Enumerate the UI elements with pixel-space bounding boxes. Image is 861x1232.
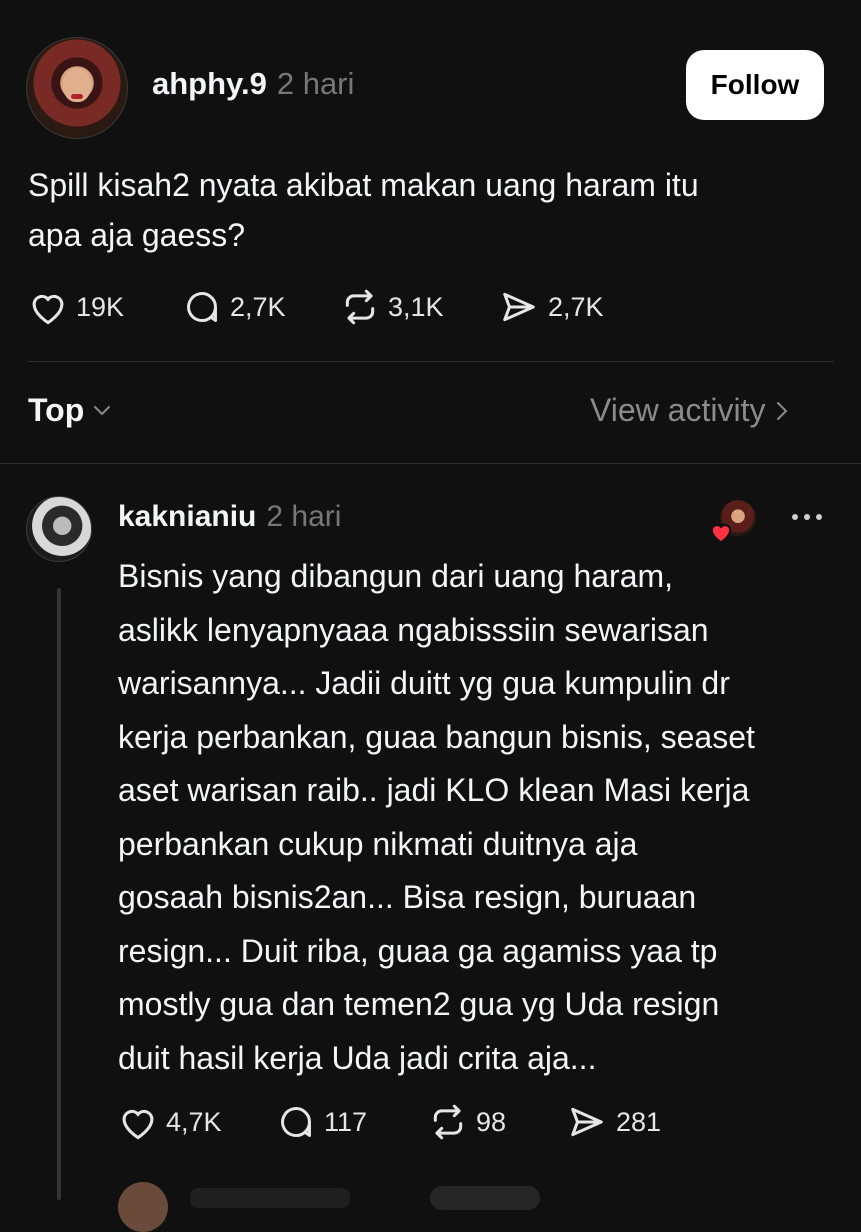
post-text: Spill kisah2 nyata akibat makan uang har…: [28, 160, 828, 260]
next-reply-header: [190, 1188, 350, 1208]
send-icon: [503, 292, 535, 322]
follow-button[interactable]: Follow: [686, 50, 824, 120]
view-activity-link[interactable]: View activity: [590, 392, 789, 429]
comment-icon: [187, 292, 217, 322]
reply-text-line: Bisnis yang dibangun dari uang haram,: [118, 558, 674, 594]
reply-text-line: resign... Duit riba, guaa ga agamiss yaa…: [118, 932, 718, 969]
chevron-right-icon: [777, 401, 788, 420]
next-reply-avatar[interactable]: [118, 1182, 168, 1232]
next-reply-badge: [430, 1186, 540, 1210]
divider: [28, 361, 834, 362]
view-activity-label: View activity: [590, 392, 766, 428]
heart-icon: [122, 1109, 154, 1140]
reply-text-line: aset warisan raib.. jadi KLO klean Masi …: [118, 772, 750, 808]
post-author-row: ahphy.9 2 hari: [152, 66, 354, 102]
post-text-line: Spill kisah2 nyata akibat makan uang har…: [28, 167, 699, 203]
send-icon: [571, 1107, 603, 1137]
avatar-lips: [71, 94, 83, 99]
repost-icon: [345, 289, 375, 325]
section-divider: [0, 463, 861, 464]
reply-text-line: gosaah bisnis2an... Bisa resign, buruaan: [118, 879, 697, 915]
reply-author-row: kaknianiu 2 hari: [118, 500, 341, 534]
reply-avatar[interactable]: [26, 496, 92, 562]
reply-comment-button[interactable]: 117: [276, 1100, 367, 1144]
post-text-line: apa aja gaess?: [28, 217, 246, 253]
reply-repost-count: 98: [476, 1106, 507, 1137]
sort-label: Top: [28, 392, 85, 428]
more-options-icon[interactable]: [790, 505, 824, 529]
heart-icon: [710, 524, 732, 544]
chevron-down-icon: [94, 405, 111, 415]
reply-like-count: 4,7K: [166, 1106, 222, 1137]
reply-repost-button[interactable]: 98: [428, 1100, 506, 1144]
thread-line: [57, 588, 61, 1200]
post-share-count: 2,7K: [548, 291, 604, 322]
reply-comment-count: 117: [324, 1106, 368, 1137]
post-like-button[interactable]: 19K: [28, 285, 124, 329]
reply-time: 2 hari: [266, 500, 342, 533]
post-repost-count: 3,1K: [388, 291, 444, 322]
reply-text-line: duit hasil kerja Uda jadi crita aja...: [118, 1039, 597, 1076]
reply-text-line: kerja perbankan, guaa bangun bisnis, sea…: [118, 718, 755, 755]
heart-icon: [32, 294, 64, 325]
post-username[interactable]: ahphy.9: [152, 66, 267, 102]
reply-text-line: perbankan cukup nikmati duitnya aja: [118, 825, 638, 862]
comment-icon: [281, 1107, 311, 1137]
post-repost-button[interactable]: 3,1K: [340, 285, 444, 329]
sort-dropdown[interactable]: Top: [28, 392, 112, 429]
reply-text-line: aslikk lenyapnyaaa ngabisssiin sewarisan: [118, 611, 709, 648]
post-time: 2 hari: [276, 66, 355, 101]
author-avatar[interactable]: [26, 37, 128, 139]
reply-share-button[interactable]: 281: [566, 1100, 661, 1144]
post-comment-button[interactable]: 2,7K: [182, 285, 286, 329]
repost-icon: [433, 1104, 463, 1140]
post-share-button[interactable]: 2,7K: [498, 285, 604, 329]
post-like-count: 19K: [76, 291, 125, 322]
reply-text: Bisnis yang dibangun dari uang haram, as…: [118, 550, 848, 1085]
post-comment-count: 2,7K: [230, 291, 286, 322]
reply-like-button[interactable]: 4,7K: [118, 1100, 222, 1144]
reply-username[interactable]: kaknianiu: [118, 500, 256, 534]
reply-text-line: mostly gua dan temen2 gua yg Uda resign: [118, 986, 720, 1022]
reply-text-line: warisannya... Jadii duitt yg gua kumpuli…: [118, 665, 730, 701]
reply-share-count: 281: [616, 1106, 662, 1137]
